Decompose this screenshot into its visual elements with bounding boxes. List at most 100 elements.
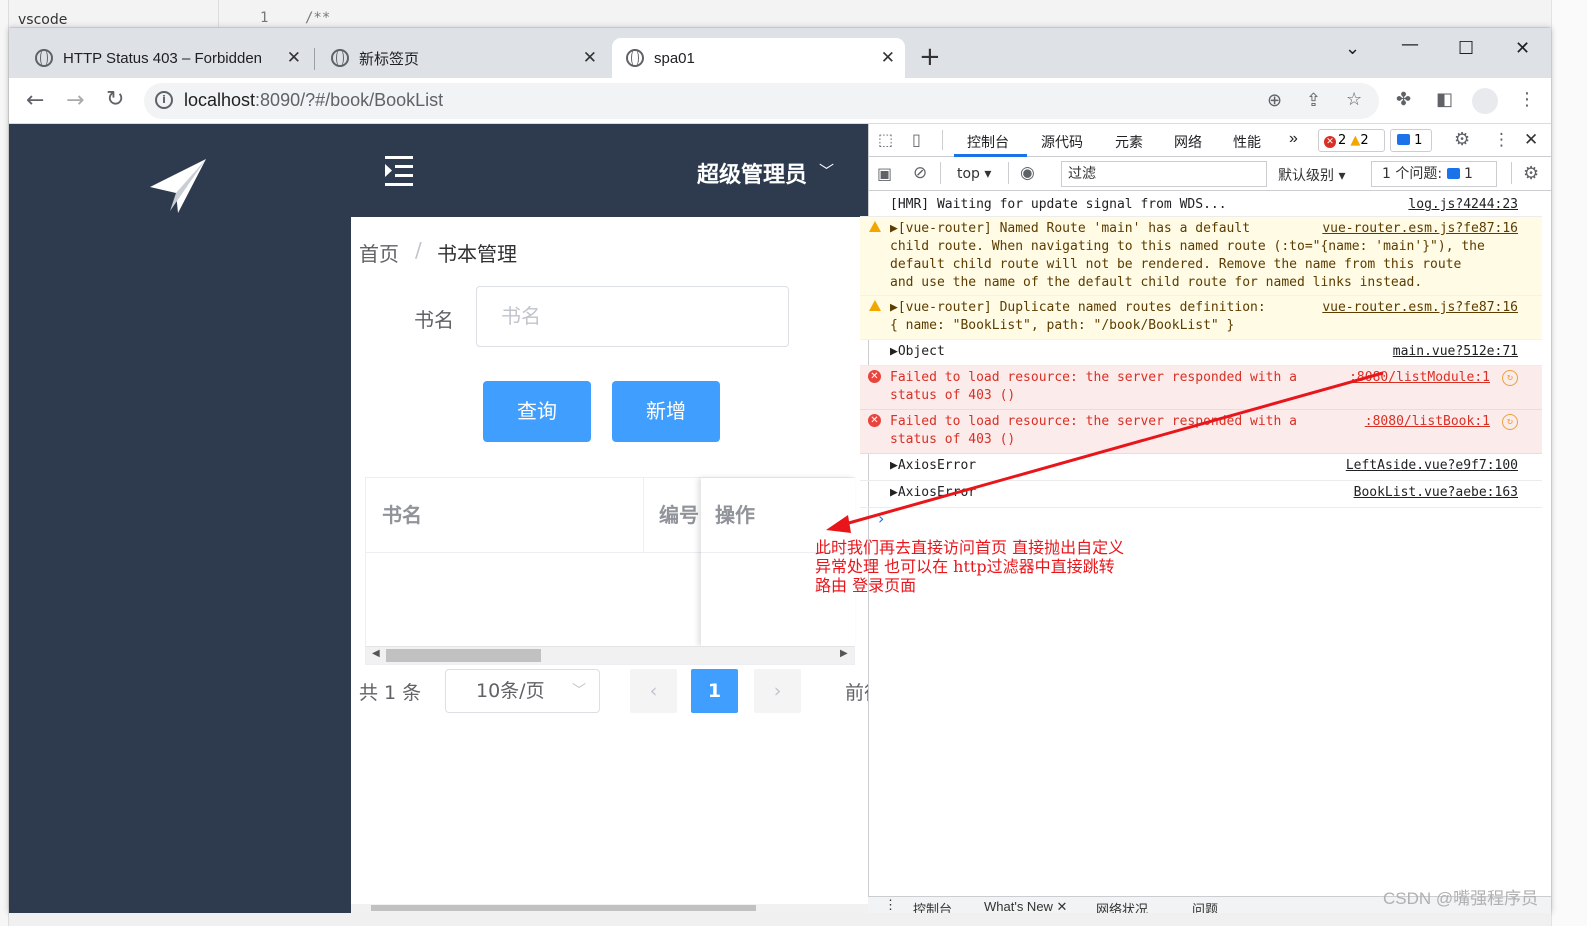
side-panel-icon[interactable]: ◧ bbox=[1436, 89, 1453, 110]
message-source-link[interactable]: vue-router.esm.js?fe87:16 bbox=[1322, 220, 1518, 238]
drawer-menu-icon[interactable]: ⋮ bbox=[884, 897, 897, 913]
console-error[interactable]: ✕ Failed to load resource: the server re… bbox=[860, 410, 1542, 454]
console-prompt-icon[interactable]: › bbox=[878, 509, 884, 528]
back-icon[interactable]: ← bbox=[26, 88, 44, 113]
collapse-menu-icon[interactable] bbox=[381, 154, 415, 188]
message-source-link[interactable]: :8080/listBook:1 bbox=[1365, 413, 1490, 431]
message-source-link[interactable]: :8080/listModule:1 bbox=[1349, 369, 1490, 387]
settings-gear-icon[interactable]: ⚙ bbox=[1454, 129, 1470, 150]
console-warning[interactable]: ▶[vue-router] Duplicate named routes def… bbox=[860, 296, 1542, 340]
console-message[interactable]: ▶Object main.vue?512e:71 bbox=[860, 340, 1542, 366]
goto-label: 前往 bbox=[845, 682, 868, 704]
paper-plane-logo-icon bbox=[150, 159, 206, 213]
tab-elements[interactable]: 元素 bbox=[1115, 132, 1143, 152]
log-level-select[interactable]: 默认级别 ▾ bbox=[1278, 165, 1345, 185]
network-request-icon[interactable]: ↻ bbox=[1502, 414, 1518, 430]
tab-network[interactable]: 网络 bbox=[1174, 132, 1202, 152]
message-text: Failed to load resource: the server resp… bbox=[890, 414, 1297, 447]
divider bbox=[942, 130, 943, 150]
message-text: ▶AxiosError bbox=[890, 458, 977, 473]
error-warning-counter[interactable]: ✕ 2 ▲2 bbox=[1318, 129, 1385, 152]
message-icon bbox=[1397, 134, 1410, 145]
vscode-right-strip bbox=[1551, 0, 1587, 926]
console-message[interactable]: ▶AxiosError LeftAside.vue?e9f7:100 bbox=[860, 454, 1542, 481]
message-text: ▶AxiosError bbox=[890, 485, 977, 500]
sidebar-toggle-icon[interactable]: ▣ bbox=[877, 164, 892, 183]
message-source-link[interactable]: LeftAside.vue?e9f7:100 bbox=[1346, 457, 1518, 475]
eye-icon[interactable]: ◉ bbox=[1020, 163, 1035, 183]
info-icon[interactable]: i bbox=[155, 91, 173, 109]
console-message[interactable]: ▶AxiosError BookList.vue?aebe:163 bbox=[860, 481, 1542, 508]
profile-avatar[interactable] bbox=[1472, 88, 1498, 114]
url-text[interactable]: localhost:8090/?#/book/BookList bbox=[184, 90, 443, 111]
next-page-button[interactable]: › bbox=[754, 669, 801, 713]
tab-403[interactable]: HTTP Status 403 – Forbidden ✕ bbox=[21, 38, 311, 78]
clear-console-icon[interactable]: ⊘ bbox=[913, 163, 927, 183]
tab-newtab[interactable]: 新标签页 ✕ bbox=[317, 38, 607, 78]
breadcrumb-separator: / bbox=[415, 238, 422, 262]
breadcrumb-home[interactable]: 首页 bbox=[359, 238, 399, 267]
message-source-link[interactable]: BookList.vue?aebe:163 bbox=[1354, 484, 1518, 502]
more-tabs-icon[interactable]: » bbox=[1289, 130, 1298, 148]
close-tab-icon[interactable]: ✕ bbox=[881, 48, 895, 68]
prev-page-button[interactable]: ‹ bbox=[630, 669, 677, 713]
pagination-total: 共 1 条 bbox=[359, 682, 422, 704]
info-counter[interactable]: 1 bbox=[1390, 129, 1432, 152]
scroll-right-icon[interactable]: ▶ bbox=[840, 648, 848, 659]
vscode-divider bbox=[218, 0, 219, 28]
tab-title: HTTP Status 403 – Forbidden bbox=[63, 49, 262, 67]
close-devtools-icon[interactable]: ✕ bbox=[1524, 130, 1538, 150]
query-button[interactable]: 查询 bbox=[483, 381, 591, 442]
reload-icon[interactable]: ↻ bbox=[106, 87, 124, 112]
tab-search-icon[interactable]: ⌄ bbox=[1345, 38, 1360, 59]
console-message[interactable]: [HMR] Waiting for update signal from WDS… bbox=[860, 193, 1542, 217]
console-error[interactable]: ✕ Failed to load resource: the server re… bbox=[860, 366, 1542, 410]
kebab-menu-icon[interactable]: ⋮ bbox=[1493, 130, 1510, 150]
new-tab-button[interactable]: + bbox=[919, 42, 941, 72]
console-settings-gear-icon[interactable]: ⚙ bbox=[1523, 163, 1539, 184]
globe-icon bbox=[35, 49, 53, 67]
context-select[interactable]: top ▾ bbox=[957, 166, 991, 182]
add-button[interactable]: 新增 bbox=[612, 381, 720, 442]
user-menu[interactable]: 超级管理员 bbox=[697, 157, 807, 189]
chevron-down-icon[interactable]: ﹀ bbox=[819, 160, 834, 181]
tab-performance[interactable]: 性能 bbox=[1233, 132, 1261, 152]
message-source-link[interactable]: main.vue?512e:71 bbox=[1393, 343, 1518, 361]
bookmark-star-icon[interactable]: ☆ bbox=[1346, 89, 1362, 110]
close-window-icon[interactable]: ✕ bbox=[1515, 38, 1530, 59]
book-name-input[interactable]: 书名 bbox=[476, 286, 789, 347]
extensions-icon[interactable]: ✤ bbox=[1396, 89, 1411, 110]
vscode-line-number: 1 bbox=[260, 10, 269, 26]
error-icon: ✕ bbox=[868, 370, 881, 383]
message-source-link[interactable]: vue-router.esm.js?fe87:16 bbox=[1322, 299, 1518, 317]
page-1-button[interactable]: 1 bbox=[691, 669, 738, 713]
inspect-icon[interactable]: ⬚ bbox=[878, 130, 893, 149]
maximize-icon[interactable]: ☐ bbox=[1458, 38, 1474, 59]
issues-button[interactable]: 1 个问题: 1 bbox=[1371, 161, 1497, 187]
tab-console[interactable]: 控制台 bbox=[967, 132, 1009, 152]
page-scrollbar-thumb[interactable] bbox=[371, 905, 756, 911]
scrollbar-thumb[interactable] bbox=[386, 649, 541, 662]
tab-sources[interactable]: 源代码 bbox=[1041, 132, 1083, 152]
share-icon[interactable]: ⇪ bbox=[1306, 90, 1321, 111]
vscode-background-bar bbox=[0, 0, 1587, 28]
close-tab-icon[interactable]: ✕ bbox=[287, 48, 301, 68]
warning-icon bbox=[869, 221, 881, 232]
console-warning[interactable]: ▶[vue-router] Named Route 'main' has a d… bbox=[860, 217, 1542, 296]
message-text: ▶[vue-router] Duplicate named routes def… bbox=[890, 300, 1266, 333]
zoom-icon[interactable]: ⊕ bbox=[1267, 90, 1282, 111]
column-header-id: 编号 bbox=[659, 503, 699, 527]
annotation-text: 此时我们再去直接访问首页 直接抛出自定义 异常处理 也可以在 http过滤器中直… bbox=[815, 538, 1125, 595]
message-text: ▶[vue-router] Named Route 'main' has a d… bbox=[890, 221, 1485, 290]
tab-spa01[interactable]: spa01 ✕ bbox=[612, 38, 905, 78]
vscode-left-strip bbox=[0, 0, 9, 926]
network-request-icon[interactable]: ↻ bbox=[1502, 370, 1518, 386]
message-source-link[interactable]: log.js?4244:23 bbox=[1408, 196, 1518, 214]
filter-input[interactable]: 过滤 bbox=[1061, 161, 1267, 187]
forward-icon[interactable]: → bbox=[66, 88, 84, 113]
menu-icon[interactable]: ⋮ bbox=[1518, 89, 1536, 110]
close-tab-icon[interactable]: ✕ bbox=[583, 48, 597, 68]
device-toolbar-icon[interactable]: ▯ bbox=[912, 130, 921, 149]
scroll-left-icon[interactable]: ◀ bbox=[372, 648, 380, 659]
minimize-icon[interactable]: — bbox=[1401, 34, 1419, 55]
